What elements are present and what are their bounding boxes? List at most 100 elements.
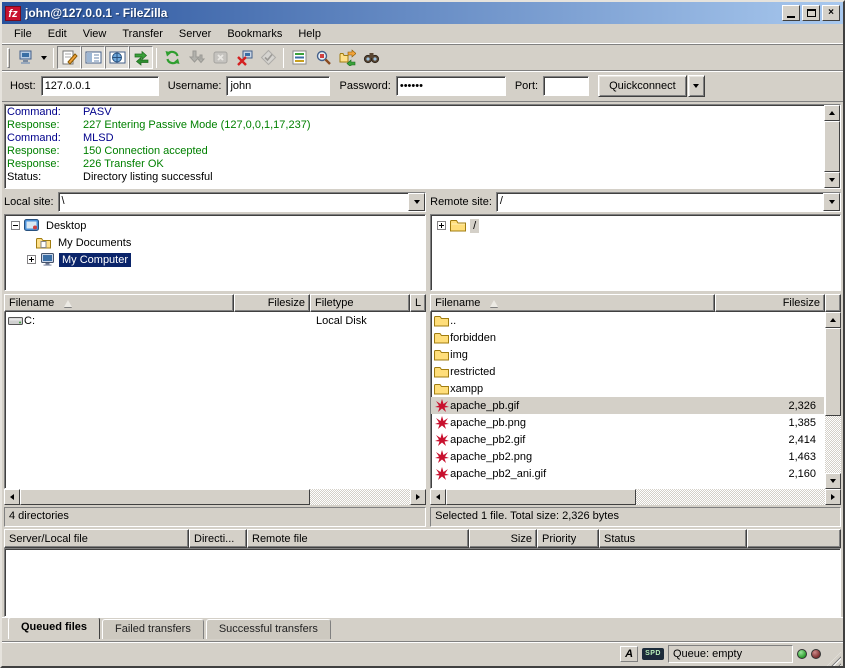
drive-icon xyxy=(7,315,24,326)
site-manager-button[interactable] xyxy=(13,46,37,69)
refresh-button[interactable] xyxy=(160,46,184,69)
local-horizontal-scrollbar[interactable] xyxy=(4,489,426,505)
quickconnect-button[interactable]: Quickconnect xyxy=(598,75,687,97)
column-header-filename[interactable]: Filename xyxy=(4,294,234,312)
toggle-local-tree-button[interactable] xyxy=(81,46,105,69)
filter-button[interactable] xyxy=(287,46,311,69)
column-header-size[interactable]: Size xyxy=(469,529,537,548)
menu-edit[interactable]: Edit xyxy=(40,26,75,42)
column-header-filetype[interactable]: Filetype xyxy=(310,294,410,312)
tree-item-root[interactable]: / xyxy=(435,217,840,234)
process-queue-button[interactable] xyxy=(184,46,208,69)
column-header-priority[interactable]: Priority xyxy=(537,529,599,548)
file-name: xampp xyxy=(450,383,483,395)
scroll-right-button[interactable] xyxy=(410,489,426,505)
username-input[interactable] xyxy=(226,76,330,96)
close-button[interactable]: × xyxy=(822,5,840,21)
file-row[interactable]: forbidden xyxy=(431,329,824,346)
file-row[interactable]: .. xyxy=(431,312,824,329)
transfer-type-indicator[interactable]: A xyxy=(620,646,638,662)
combo-dropdown-button[interactable] xyxy=(823,193,840,211)
menu-server[interactable]: Server xyxy=(171,26,219,42)
tree-item-label: Desktop xyxy=(43,219,89,233)
remote-site-combobox[interactable]: / xyxy=(496,192,841,212)
toggle-remote-tree-button[interactable] xyxy=(105,46,129,69)
scrollbar-thumb[interactable] xyxy=(20,489,310,505)
column-header-status[interactable]: Status xyxy=(599,529,747,548)
file-row[interactable]: apache_pb2.gif2,414 xyxy=(431,431,824,448)
toolbar-grip[interactable] xyxy=(7,48,10,68)
message-log-panel: Command:PASV Response:227 Entering Passi… xyxy=(4,104,841,189)
scrollbar-thumb[interactable] xyxy=(446,489,636,505)
scroll-left-button[interactable] xyxy=(4,489,20,505)
file-row[interactable]: restricted xyxy=(431,363,824,380)
file-row[interactable]: img xyxy=(431,346,824,363)
log-line: Command:PASV xyxy=(7,106,822,119)
directory-comparison-button[interactable] xyxy=(311,46,335,69)
scroll-down-button[interactable] xyxy=(825,473,841,489)
menu-transfer[interactable]: Transfer xyxy=(114,26,171,42)
speed-limits-indicator[interactable]: SPD xyxy=(642,648,664,660)
column-header-filename[interactable]: Filename xyxy=(430,294,715,312)
synchronized-browsing-button[interactable] xyxy=(335,46,359,69)
resize-grip[interactable] xyxy=(827,652,841,666)
column-header-direction[interactable]: Directi... xyxy=(189,529,247,548)
tree-item-my-documents[interactable]: My Documents xyxy=(9,234,425,251)
local-site-row: Local site: \ xyxy=(4,191,426,213)
quickconnect-dropdown-button[interactable] xyxy=(688,75,705,97)
file-row-c-drive[interactable]: C: Local Disk xyxy=(5,312,425,329)
tab-successful-transfers[interactable]: Successful transfers xyxy=(206,619,331,639)
expand-icon[interactable] xyxy=(437,221,446,230)
toggle-message-log-button[interactable] xyxy=(57,46,81,69)
tree-item-my-computer[interactable]: My Computer xyxy=(9,251,425,268)
scroll-up-button[interactable] xyxy=(824,105,840,121)
local-site-combobox[interactable]: \ xyxy=(58,192,427,212)
toggle-transfer-queue-button[interactable] xyxy=(129,46,153,69)
image-file-icon xyxy=(433,416,450,430)
password-input[interactable] xyxy=(396,76,506,96)
collapse-icon[interactable] xyxy=(11,221,20,230)
file-row[interactable]: xampp xyxy=(431,380,824,397)
find-files-button[interactable] xyxy=(359,46,383,69)
image-file-icon xyxy=(433,433,450,447)
menu-view[interactable]: View xyxy=(75,26,115,42)
column-header-last-modified[interactable]: L xyxy=(410,294,426,312)
port-input[interactable] xyxy=(543,76,589,96)
scroll-right-button[interactable] xyxy=(825,489,841,505)
menu-help[interactable]: Help xyxy=(290,26,329,42)
scrollbar-thumb[interactable] xyxy=(825,328,841,416)
column-header-filesize[interactable]: Filesize xyxy=(234,294,310,312)
remote-pane: Remote site: / / Filename Filesize xyxy=(430,191,841,527)
menu-file[interactable]: File xyxy=(6,26,40,42)
file-row[interactable]: apache_pb2.png1,463 xyxy=(431,448,824,465)
maximize-button[interactable] xyxy=(802,5,820,21)
expand-icon[interactable] xyxy=(27,255,36,264)
host-input[interactable] xyxy=(41,76,159,96)
tab-queued-files[interactable]: Queued files xyxy=(8,617,100,639)
queue-list[interactable] xyxy=(4,548,841,617)
file-row[interactable]: apache_pb2_ani.gif2,160 xyxy=(431,465,824,482)
file-row[interactable]: apache_pb.png1,385 xyxy=(431,414,824,431)
minimize-button[interactable] xyxy=(782,5,800,21)
site-manager-dropdown-button[interactable] xyxy=(37,46,50,69)
scroll-left-button[interactable] xyxy=(430,489,446,505)
tree-item-label: My Documents xyxy=(55,236,134,250)
recursive-operation-button[interactable] xyxy=(256,46,280,69)
tree-item-desktop[interactable]: Desktop xyxy=(9,217,425,234)
remote-horizontal-scrollbar[interactable] xyxy=(430,489,841,505)
scroll-up-button[interactable] xyxy=(825,312,841,328)
combo-dropdown-button[interactable] xyxy=(408,193,425,211)
file-row-selected[interactable]: apache_pb.gif2,326 xyxy=(431,397,824,414)
column-header-remote-file[interactable]: Remote file xyxy=(247,529,469,548)
column-header-server-local-file[interactable]: Server/Local file xyxy=(4,529,189,548)
tab-failed-transfers[interactable]: Failed transfers xyxy=(102,619,204,639)
column-header-filesize[interactable]: Filesize xyxy=(715,294,825,312)
remote-vertical-scrollbar[interactable] xyxy=(825,312,841,489)
disconnect-button[interactable] xyxy=(232,46,256,69)
cancel-operation-button[interactable] xyxy=(208,46,232,69)
scroll-down-button[interactable] xyxy=(824,172,840,188)
menu-bookmarks[interactable]: Bookmarks xyxy=(219,26,290,42)
log-scrollbar[interactable] xyxy=(824,105,840,188)
scrollbar-thumb[interactable] xyxy=(824,121,840,172)
arrow-left-icon xyxy=(436,494,440,500)
